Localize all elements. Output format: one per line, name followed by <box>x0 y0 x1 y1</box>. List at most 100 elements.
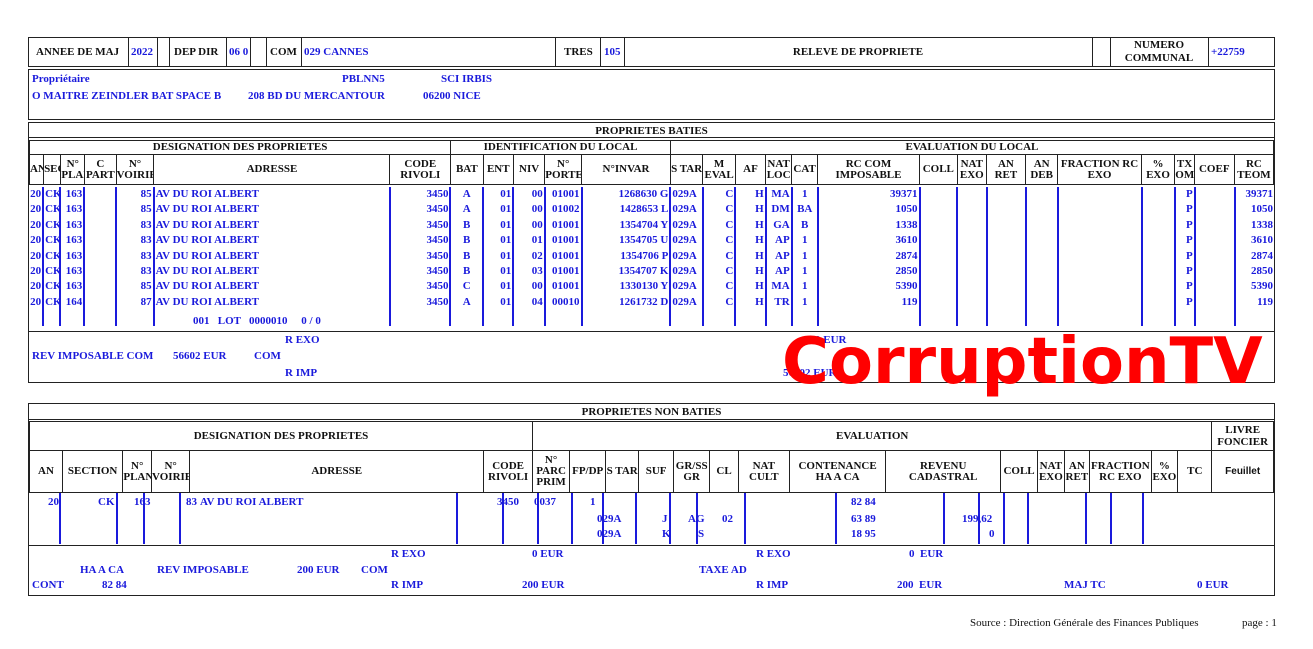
table-cell: 2850 <box>816 264 920 280</box>
numero-value: +22759 <box>1211 46 1245 58</box>
table-cell: 163 <box>59 187 85 203</box>
table-cell: B <box>449 264 483 280</box>
table-cell: P <box>1174 217 1195 234</box>
nb-col-header: SECTION <box>61 450 124 493</box>
table-cell: 00 <box>512 202 545 218</box>
table-cell <box>83 202 116 218</box>
table-cell: MA <box>764 187 792 203</box>
table-cell: 164 <box>59 294 85 311</box>
table-row: 20 CK 163 83 AV DU ROI ALBERT 3450 B 01 00 01001 1… <box>29 217 1274 234</box>
bat-col-header: N° PLAN <box>60 154 86 185</box>
table-cell: CK <box>42 294 61 311</box>
table-cell <box>83 233 116 249</box>
table-cell <box>956 248 987 265</box>
table-cell: 83 <box>114 248 154 265</box>
table-cell <box>956 264 987 280</box>
table-cell <box>1057 279 1142 295</box>
table-cell <box>83 187 116 203</box>
bat-col-header: % EXO <box>1140 154 1176 185</box>
nb-col-header: REVENU CADASTRAL <box>885 450 1001 493</box>
table-cell: 1338 <box>1233 217 1274 234</box>
baties-title: PROPRIETES BATIES <box>595 125 708 137</box>
table-cell: 20 <box>30 265 42 278</box>
table-cell: 1268630 G <box>580 187 671 203</box>
bat-col-header: BAT <box>450 154 484 185</box>
non-baties-header-table: DESIGNATION DES PROPRIETES EVALUATION LI… <box>28 421 1274 493</box>
nb-rexo: R EXO <box>391 548 426 560</box>
table-cell: 02 <box>512 248 545 265</box>
bat-col-header: AN <box>28 154 45 185</box>
nb-voirie: 83 <box>186 496 197 508</box>
nb-suf-1: J <box>662 513 668 525</box>
table-cell <box>1057 248 1142 265</box>
nb-col-header: Feuillet <box>1211 450 1274 493</box>
table-cell: 00010 <box>543 294 582 311</box>
bat-col-header: AN RET <box>985 154 1026 185</box>
bat-col-header: N° PORTE <box>544 154 583 185</box>
table-cell: 119 <box>816 294 920 311</box>
nb-grss-2: S <box>698 528 705 540</box>
bat-com: COM <box>254 350 281 362</box>
table-cell: GA <box>764 217 792 234</box>
bat-group-ident: IDENTIFICATION DU LOCAL <box>450 140 671 155</box>
depdir-value: 06 0 <box>229 46 249 58</box>
nb-maj-tc-val: 0 EUR <box>1197 579 1229 591</box>
table-cell: C <box>701 279 736 295</box>
table-cell <box>985 264 1026 280</box>
depdir-label: DEP DIR <box>174 46 219 58</box>
table-cell <box>83 294 116 311</box>
table-cell: 029A <box>669 217 703 234</box>
annee-value: 2022 <box>131 46 153 58</box>
table-cell: AV DU ROI ALBERT <box>152 248 390 265</box>
nb-col-header: TC <box>1177 450 1213 493</box>
nb-rimp2: R IMP <box>756 579 789 591</box>
nb-col-header: CODE RIVOLI <box>483 450 534 493</box>
nb-taxe-ad: TAXE AD <box>699 564 747 576</box>
bat-rexo: R EXO <box>285 334 320 346</box>
nb-col-header: FP/DP <box>569 450 607 493</box>
table-cell: 2850 <box>1233 264 1274 280</box>
numero-label-1: NUMERO <box>1133 39 1185 51</box>
table-cell: 2874 <box>816 248 920 265</box>
table-cell: B <box>449 233 483 249</box>
nb-revenu-2: 0 <box>989 528 995 540</box>
table-cell <box>1057 217 1142 234</box>
table-cell: 029A <box>669 187 703 203</box>
table-cell: H <box>734 264 766 280</box>
table-cell <box>1140 279 1176 295</box>
bat-col-header: COEF <box>1193 154 1235 185</box>
watermark: CorruptionTV <box>782 325 1263 399</box>
table-cell: AV DU ROI ALBERT <box>152 264 390 280</box>
table-cell: 03 <box>512 264 545 280</box>
nb-contenance-1: 82 84 <box>851 496 876 508</box>
tres-value: 105 <box>604 46 621 58</box>
table-cell <box>918 279 958 295</box>
nb-rimp2-val: 200 EUR <box>897 579 943 591</box>
table-cell: 20 <box>30 218 42 231</box>
table-cell: 1 <box>790 187 818 203</box>
table-cell: C <box>701 202 736 218</box>
owner-name: SCI IRBIS <box>441 73 493 85</box>
nb-maj-tc: MAJ TC <box>1064 579 1106 591</box>
table-cell: CK <box>42 233 61 249</box>
owner-code: PBLNN5 <box>342 73 385 85</box>
table-cell: 3610 <box>816 233 920 249</box>
nb-col-header: N° VOIRIE <box>151 450 191 493</box>
table-cell: 1354707 K <box>580 264 671 280</box>
nb-title: PROPRIETES NON BATIES <box>581 406 722 418</box>
table-cell <box>985 279 1026 295</box>
table-cell <box>83 279 116 295</box>
nb-section: CK <box>98 496 115 508</box>
table-cell <box>985 233 1026 249</box>
table-cell: CK <box>42 217 61 234</box>
table-cell: 01001 <box>543 248 582 265</box>
table-cell: 39371 <box>1233 187 1274 203</box>
table-cell: 01 <box>481 187 514 203</box>
table-cell: CK <box>42 264 61 280</box>
nb-rev-val: 200 EUR <box>297 564 340 576</box>
table-cell <box>1140 264 1176 280</box>
table-cell: B <box>449 248 483 265</box>
table-cell <box>956 202 987 218</box>
table-cell: 01 <box>481 294 514 311</box>
bat-col-header: AF <box>734 154 767 185</box>
